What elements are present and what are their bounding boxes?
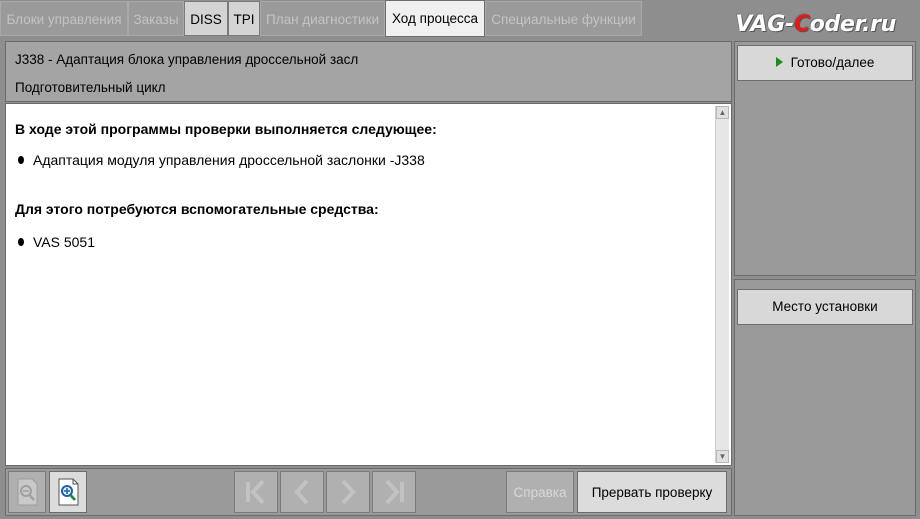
last-page-icon [385,479,404,505]
right-panel-actions: Готово/далее [734,41,916,276]
first-page-button[interactable] [234,471,278,513]
tab-orders[interactable]: Заказы [128,1,184,36]
test-subtitle: Подготовительный цикл [15,80,166,95]
installation-location-button[interactable]: Место установки [737,289,913,325]
content-heading-tools: Для этого потребуются вспомогательные ср… [15,201,379,217]
next-page-button[interactable] [326,471,370,513]
done-next-label: Готово/далее [790,55,875,70]
tab-diagnostic-plan[interactable]: План диагностики [260,1,385,36]
vertical-scrollbar[interactable]: ▲ ▼ [715,106,729,463]
tab-diss[interactable]: DISS [184,1,228,36]
tab-control-units[interactable]: Блоки управления [0,1,128,36]
bullet-icon [18,156,24,164]
chevron-left-icon [294,479,309,505]
tab-special-functions[interactable]: Специальные функции [485,1,642,36]
zoom-out-button[interactable] [8,471,46,513]
installation-location-label: Место установки [772,299,878,314]
content-panel: В ходе этой программы проверки выполняет… [5,103,732,466]
tab-tpi[interactable]: TPI [228,1,260,36]
play-icon [775,57,783,68]
abort-test-button[interactable]: Прервать проверку [577,471,727,513]
bullet-icon [18,238,24,246]
zoom-out-icon [17,478,38,506]
content-item-tool: VAS 5051 [33,234,96,250]
test-header: J338 - Адаптация блока управления дроссе… [5,41,732,102]
scroll-up-icon[interactable]: ▲ [716,106,729,119]
watermark-logo: VAG-Coder.ru [735,12,896,37]
previous-page-button[interactable] [280,471,324,513]
content-item-adaptation: Адаптация модуля управления дроссельной … [33,152,425,168]
tab-process[interactable]: Ход процесса [385,0,485,37]
help-button[interactable]: Справка [506,471,574,513]
chevron-right-icon [341,479,356,505]
abort-test-button-label: Прервать проверку [591,484,713,500]
tab-bar: Блоки управления Заказы DISS TPI План ди… [0,0,920,37]
first-page-icon [246,479,265,505]
zoom-in-button[interactable] [49,471,87,513]
zoom-in-icon [58,478,79,506]
content-heading-program: В ходе этой программы проверки выполняет… [15,121,437,137]
scroll-down-icon[interactable]: ▼ [716,450,729,463]
done-next-button[interactable]: Готово/далее [737,45,913,81]
last-page-button[interactable] [372,471,416,513]
right-panel-info: Место установки [734,279,916,516]
bottom-toolbar: Справка Прервать проверку [5,468,732,516]
help-button-label: Справка [513,484,567,500]
test-title: J338 - Адаптация блока управления дроссе… [15,52,359,67]
